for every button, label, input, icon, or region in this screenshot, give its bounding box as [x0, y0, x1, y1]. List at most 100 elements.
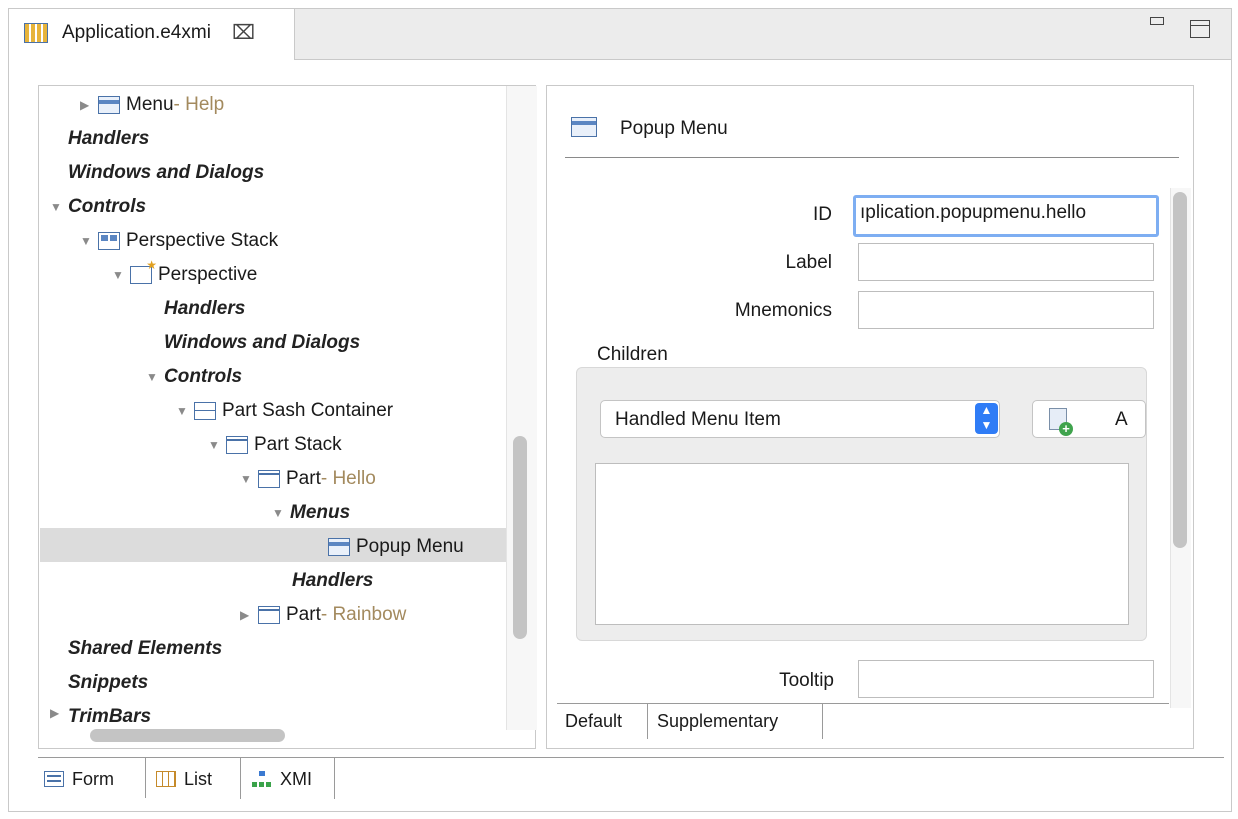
tree-node-label: Popup Menu: [356, 536, 464, 557]
tree-node-label: Handlers: [164, 298, 246, 319]
collapse-icon[interactable]: ▼: [176, 404, 194, 418]
close-icon[interactable]: ⌧: [232, 20, 255, 45]
part-icon: [258, 606, 280, 624]
tree-node-handlers-2[interactable]: Handlers: [164, 298, 245, 320]
children-label: Children: [597, 344, 668, 365]
part-sash-container-icon: [194, 402, 216, 420]
tree-node-label: Controls: [164, 366, 243, 387]
chevron-up-down-icon[interactable]: ▲ ▼: [975, 403, 998, 434]
details-tabs-line: [557, 703, 1169, 704]
tree-node-popup-menu[interactable]: Popup Menu: [328, 536, 464, 558]
bottom-tabs-line: [38, 757, 1224, 758]
collapse-icon[interactable]: ▼: [240, 472, 258, 486]
label-label: Label: [785, 252, 833, 273]
tree-node-label: Windows and Dialogs: [68, 162, 265, 183]
tab-label: XMI: [280, 768, 313, 789]
tree-vertical-scroll-thumb[interactable]: [513, 436, 527, 639]
tree-node-perspective[interactable]: ▼ Perspective: [112, 258, 258, 286]
tree-node-menu-help[interactable]: ▶ Menu - Help: [80, 94, 224, 116]
collapse-icon[interactable]: ▼: [272, 506, 290, 520]
tree-node-label: Snippets: [68, 672, 149, 693]
tooltip-field[interactable]: [858, 660, 1154, 698]
tab-separator: [240, 757, 241, 799]
child-type-select[interactable]: Handled Menu Item: [600, 400, 1000, 438]
tree-node-suffix: - Help: [173, 94, 225, 115]
details-vertical-scroll-thumb[interactable]: [1173, 192, 1187, 548]
add-button-label: A: [1115, 409, 1128, 430]
tab-label: Form: [72, 768, 114, 789]
tree-node-label: Menu: [126, 94, 174, 115]
tree-node-label: Menus: [290, 502, 351, 523]
tooltip-label: Tooltip: [779, 670, 834, 691]
model-editor-icon: [24, 23, 48, 43]
collapse-icon[interactable]: ▼: [146, 370, 164, 384]
id-label: ID: [813, 204, 832, 225]
collapse-icon[interactable]: ▼: [208, 438, 226, 452]
tree-node-label: Windows and Dialogs: [164, 332, 361, 353]
mnemonics-field[interactable]: [858, 291, 1154, 329]
tree-node-snippets[interactable]: Snippets: [68, 672, 148, 694]
tab-form[interactable]: Form: [44, 760, 114, 798]
tree-node-label: Perspective: [158, 264, 258, 285]
list-icon: [156, 771, 176, 787]
xmi-icon: [252, 771, 272, 787]
tab-supplementary[interactable]: Supplementary: [657, 711, 778, 732]
divider: [565, 157, 1179, 158]
part-stack-icon: [226, 436, 248, 454]
tree-node-suffix: - Hello: [320, 468, 376, 489]
tree-node-trimbars[interactable]: ▶ TrimBars: [50, 706, 151, 724]
tree-node-controls-2[interactable]: ▼ Controls: [146, 366, 242, 388]
label-field[interactable]: [858, 243, 1154, 281]
tab-separator: [822, 703, 823, 739]
expand-icon[interactable]: ▶: [50, 706, 68, 720]
tab-xmi[interactable]: XMI: [252, 760, 312, 798]
tree-node-menus[interactable]: ▼ Menus: [272, 502, 350, 524]
tree-node-label: Shared Elements: [68, 638, 223, 659]
details-title: Popup Menu: [620, 118, 728, 139]
tree-node-shared-elements[interactable]: Shared Elements: [68, 638, 222, 660]
tree-node-part-stack[interactable]: ▼ Part Stack: [208, 434, 342, 456]
maximize-icon[interactable]: [1190, 20, 1210, 38]
menu-icon: [328, 538, 350, 556]
tree-node-label: Perspective Stack: [126, 230, 279, 251]
expand-icon[interactable]: ▶: [80, 98, 98, 112]
part-icon: [258, 470, 280, 488]
editor-tab-title: Application.e4xmi: [62, 22, 211, 43]
tree-node-windows-and-dialogs[interactable]: Windows and Dialogs: [68, 162, 264, 184]
id-field[interactable]: ıplication.popupmenu.hello: [853, 195, 1159, 237]
tab-label: List: [184, 768, 213, 789]
tab-default[interactable]: Default: [565, 711, 622, 732]
tree-node-handlers[interactable]: Handlers: [68, 128, 149, 150]
tree-node-label: TrimBars: [68, 706, 152, 724]
collapse-icon[interactable]: ▼: [50, 200, 68, 214]
tab-separator: [334, 757, 335, 799]
perspective-stack-icon: [98, 232, 120, 250]
collapse-icon[interactable]: ▼: [80, 234, 98, 248]
tab-separator: [647, 703, 648, 739]
expand-icon[interactable]: ▶: [240, 608, 258, 622]
add-icon: [1049, 408, 1073, 436]
tab-list[interactable]: List: [156, 760, 212, 798]
tree-node-perspective-stack[interactable]: ▼ Perspective Stack: [80, 230, 278, 252]
minimize-icon[interactable]: [1150, 17, 1164, 25]
tree-node-controls[interactable]: ▼ Controls: [50, 196, 146, 218]
tree-node-label: Handlers: [292, 570, 374, 591]
menu-icon: [571, 117, 597, 137]
collapse-icon[interactable]: ▼: [112, 268, 130, 282]
tree-node-part-sash-container[interactable]: ▼ Part Sash Container: [176, 400, 393, 422]
tree-node-label: Controls: [68, 196, 147, 217]
mnemonics-label: Mnemonics: [734, 300, 832, 321]
tree-node-label: Handlers: [68, 128, 150, 149]
tree-node-windows-and-dialogs-2[interactable]: Windows and Dialogs: [164, 332, 360, 354]
menu-icon: [98, 96, 120, 114]
tree-node-label: Part Sash Container: [222, 400, 394, 421]
form-icon: [44, 771, 64, 787]
perspective-icon: [130, 258, 157, 284]
tree-node-handlers-3[interactable]: Handlers: [292, 570, 373, 592]
tree-horizontal-scroll-thumb[interactable]: [90, 729, 285, 742]
tree-node-part-rainbow[interactable]: ▶ Part - Rainbow: [240, 604, 406, 626]
tree-node-label: Part: [286, 604, 321, 625]
tree-node-suffix: - Rainbow: [320, 604, 407, 625]
children-list[interactable]: [595, 463, 1129, 625]
tree-node-part-hello[interactable]: ▼ Part - Hello: [240, 468, 376, 490]
